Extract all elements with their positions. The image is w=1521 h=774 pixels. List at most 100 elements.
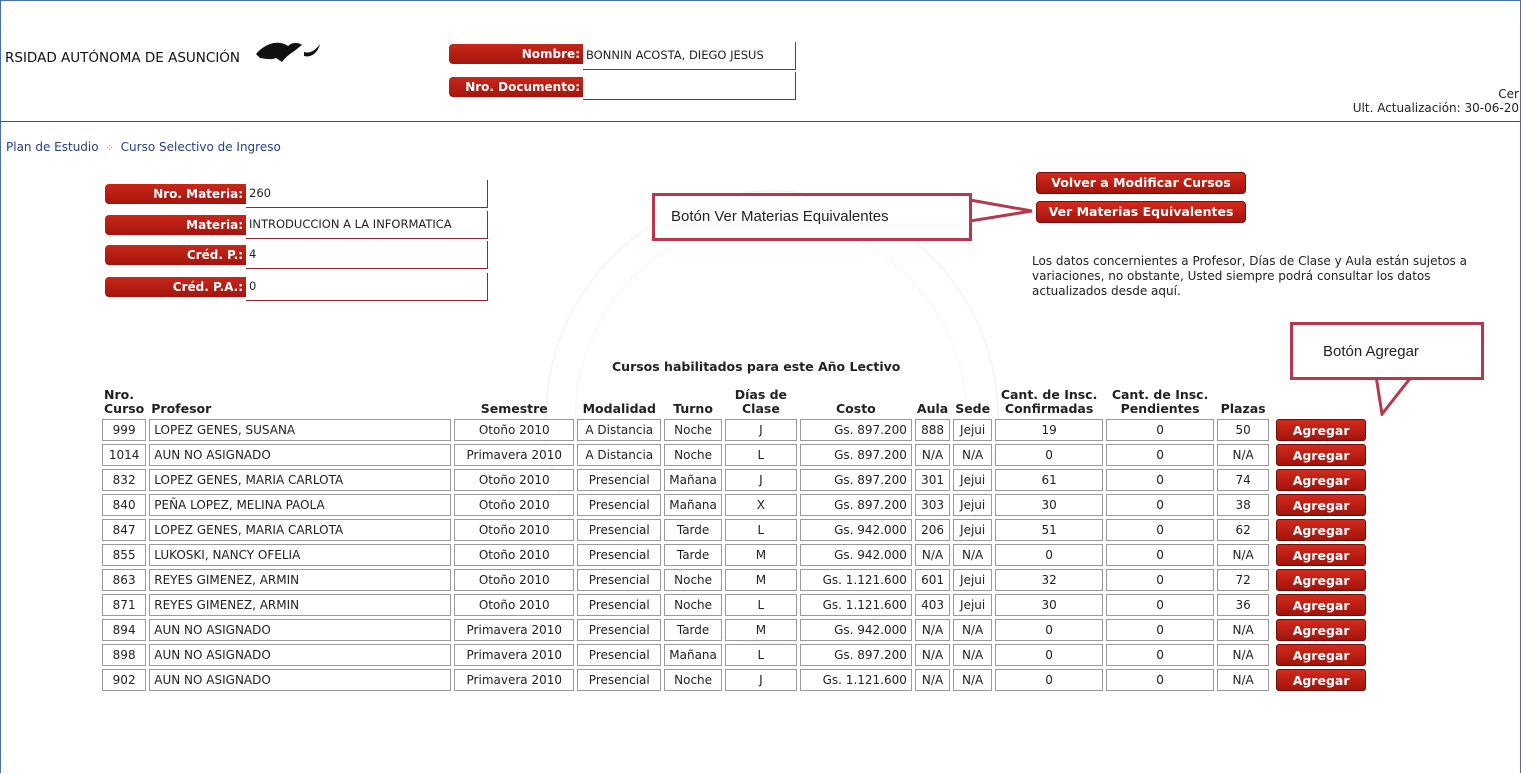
- cell-nro: 902: [102, 669, 147, 691]
- breadcrumb: Plan de Estudio ⁘ Curso Selectivo de Ing…: [6, 140, 281, 154]
- cell-plazas: 50: [1217, 419, 1270, 441]
- cell-dias: L: [724, 444, 797, 466]
- page-header: RSIDAD AUTÓNOMA DE ASUNCIÓN Nombre: BONN…: [0, 0, 1521, 122]
- cell-costo: Gs. 897.200: [799, 644, 912, 666]
- cell-costo: Gs. 942.000: [799, 544, 912, 566]
- cell-action: Agregar: [1272, 569, 1369, 591]
- cell-profesor: LOPEZ GENES, MARIA CARLOTA: [149, 469, 452, 491]
- nombre-value: BONNIN ACOSTA, DIEGO JESUS: [583, 42, 796, 70]
- cell-dias: M: [724, 619, 797, 641]
- cell-semestre: Otoño 2010: [454, 519, 575, 541]
- table-caption: Cursos habilitados para este Año Lectivo: [612, 359, 901, 374]
- cell-costo: Gs. 942.000: [799, 619, 912, 641]
- cell-turno: Tarde: [664, 544, 722, 566]
- cell-action: Agregar: [1272, 619, 1369, 641]
- cell-plazas: N/A: [1217, 669, 1270, 691]
- breadcrumb-curso-selectivo[interactable]: Curso Selectivo de Ingreso: [121, 140, 281, 154]
- cell-sede: N/A: [953, 669, 993, 691]
- cell-costo: Gs. 897.200: [799, 444, 912, 466]
- cell-nro: 847: [102, 519, 147, 541]
- cell-pendientes: 0: [1106, 569, 1215, 591]
- cell-plazas: 36: [1217, 594, 1270, 616]
- cell-plazas: 72: [1217, 569, 1270, 591]
- table-row: 871 REYES GIMENEZ, ARMIN Otoño 2010 Presenc…: [102, 594, 1369, 616]
- cell-costo: Gs. 1.121.600: [799, 669, 912, 691]
- cell-action: Agregar: [1272, 594, 1369, 616]
- cell-pendientes: 0: [1106, 419, 1215, 441]
- cell-confirmadas: 51: [995, 519, 1104, 541]
- cell-aula: N/A: [914, 444, 951, 466]
- nro-materia-value: 260: [246, 180, 488, 208]
- callout-agregar: Botón Agregar: [1290, 322, 1484, 380]
- callout-arrow-icon: [970, 198, 1033, 223]
- cell-pendientes: 0: [1106, 444, 1215, 466]
- cell-sede: Jejui: [953, 494, 993, 516]
- cell-semestre: Otoño 2010: [454, 469, 575, 491]
- agregar-button[interactable]: Agregar: [1276, 569, 1367, 591]
- agregar-button[interactable]: Agregar: [1276, 444, 1367, 466]
- cell-pendientes: 0: [1106, 519, 1215, 541]
- cell-action: Agregar: [1272, 544, 1369, 566]
- cell-confirmadas: 0: [995, 619, 1104, 641]
- table-row: 999 LOPEZ GENES, SUSANA Otoño 2010 A Distan…: [102, 419, 1369, 441]
- cell-nro: 855: [102, 544, 147, 566]
- cell-nro: 871: [102, 594, 147, 616]
- breadcrumb-plan-de-estudio[interactable]: Plan de Estudio: [6, 140, 99, 154]
- cell-sede: Jejui: [953, 469, 993, 491]
- ver-materias-equivalentes-button[interactable]: Ver Materias Equivalentes: [1036, 201, 1246, 223]
- agregar-button[interactable]: Agregar: [1276, 519, 1367, 541]
- cell-profesor: AUN NO ASIGNADO: [149, 444, 452, 466]
- courses-table: Nro. Curso Profesor Semestre Modalidad Tu…: [99, 385, 1371, 694]
- materia-label: Materia:: [105, 215, 246, 235]
- cell-profesor: REYES GIMENEZ, ARMIN: [149, 594, 452, 616]
- cell-aula: 403: [914, 594, 951, 616]
- agregar-button[interactable]: Agregar: [1276, 419, 1367, 441]
- cred-p-value: 4: [246, 241, 488, 269]
- breadcrumb-separator: ⁘: [105, 143, 114, 154]
- cell-aula: 303: [914, 494, 951, 516]
- cell-modalidad: A Distancia: [577, 419, 662, 441]
- agregar-button[interactable]: Agregar: [1276, 669, 1367, 691]
- cell-pendientes: 0: [1106, 619, 1215, 641]
- cell-semestre: Otoño 2010: [454, 569, 575, 591]
- cell-turno: Mañana: [664, 469, 722, 491]
- col-semestre: Semestre: [480, 401, 548, 416]
- cell-sede: N/A: [953, 544, 993, 566]
- cell-turno: Noche: [664, 419, 722, 441]
- cell-confirmadas: 0: [995, 644, 1104, 666]
- cell-sede: Jejui: [953, 419, 993, 441]
- col-profesor: Profesor: [151, 401, 212, 416]
- cell-plazas: 38: [1217, 494, 1270, 516]
- cell-semestre: Primavera 2010: [454, 619, 575, 641]
- col-turno: Turno: [673, 401, 713, 416]
- cell-pendientes: 0: [1106, 494, 1215, 516]
- cell-turno: Noche: [664, 594, 722, 616]
- volver-modificar-cursos-button[interactable]: Volver a Modificar Cursos: [1036, 172, 1246, 194]
- cell-aula: 301: [914, 469, 951, 491]
- cell-sede: Jejui: [953, 519, 993, 541]
- cell-sede: N/A: [953, 619, 993, 641]
- cell-confirmadas: 61: [995, 469, 1104, 491]
- cell-semestre: Otoño 2010: [454, 594, 575, 616]
- agregar-button[interactable]: Agregar: [1276, 469, 1367, 491]
- table-row: 840 PEÑA LOPEZ, MELINA PAOLA Otoño 2010 Pre…: [102, 494, 1369, 516]
- cell-costo: Gs. 1.121.600: [799, 594, 912, 616]
- agregar-button[interactable]: Agregar: [1276, 644, 1367, 666]
- cell-turno: Noche: [664, 444, 722, 466]
- cell-aula: 206: [914, 519, 951, 541]
- cell-sede: Jejui: [953, 569, 993, 591]
- info-note: Los datos concernientes a Profesor, Días…: [1032, 254, 1467, 298]
- cell-nro: 832: [102, 469, 147, 491]
- cell-pendientes: 0: [1106, 544, 1215, 566]
- agregar-button[interactable]: Agregar: [1276, 494, 1367, 516]
- cell-pendientes: 0: [1106, 469, 1215, 491]
- agregar-button[interactable]: Agregar: [1276, 619, 1367, 641]
- agregar-button[interactable]: Agregar: [1276, 544, 1367, 566]
- cell-modalidad: Presencial: [577, 669, 662, 691]
- cell-dias: J: [724, 419, 797, 441]
- agregar-button[interactable]: Agregar: [1276, 594, 1367, 616]
- cell-profesor: LOPEZ GENES, SUSANA: [149, 419, 452, 441]
- cell-semestre: Otoño 2010: [454, 544, 575, 566]
- cell-confirmadas: 30: [995, 594, 1104, 616]
- cell-confirmadas: 0: [995, 444, 1104, 466]
